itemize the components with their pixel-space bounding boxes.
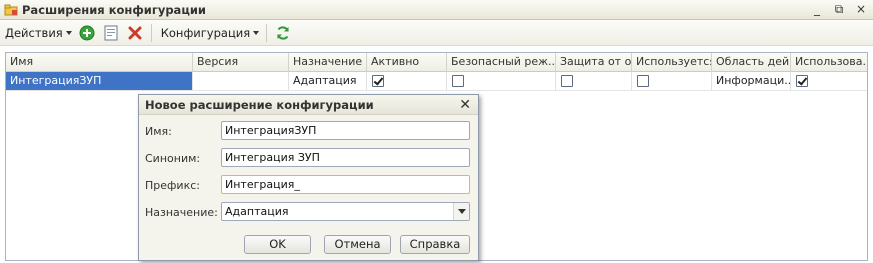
folder-icon	[4, 3, 18, 17]
synonym-row: Синоним:	[145, 148, 219, 168]
column-header-used[interactable]: Используется...	[632, 53, 712, 72]
cell-used[interactable]	[632, 72, 712, 90]
cell-name[interactable]: ИнтеграцияЗУП	[6, 72, 193, 90]
chevron-down-icon	[253, 30, 260, 35]
refresh-icon[interactable]	[275, 25, 291, 41]
name-row: Имя:	[145, 121, 219, 141]
synonym-label: Синоним:	[145, 151, 201, 165]
purpose-label: Назначение:	[145, 205, 218, 219]
cell-scope[interactable]: Информаци...	[712, 72, 791, 90]
restore-button[interactable]: ⧉	[833, 2, 845, 17]
column-header-name[interactable]: Имя	[6, 53, 193, 72]
column-header-version[interactable]: Версия	[193, 53, 289, 72]
toolbar: Действия Конфигурация	[0, 20, 873, 46]
column-header-protection[interactable]: Защита от о...	[556, 53, 632, 72]
window-title: Расширения конфигурации	[22, 2, 206, 17]
purpose-select[interactable]: Адаптация	[221, 202, 470, 221]
purpose-row: Назначение:	[145, 202, 219, 222]
toolbar-separator	[266, 23, 268, 42]
chevron-down-icon	[65, 30, 72, 35]
cell-protection[interactable]	[556, 72, 632, 90]
help-button[interactable]: Справка	[400, 235, 470, 254]
toolbar-separator	[150, 23, 152, 42]
prefix-label: Префикс:	[145, 178, 200, 192]
name-field[interactable]: ИнтеграцияЗУП	[221, 121, 470, 140]
prefix-field[interactable]: Интеграция_	[221, 175, 470, 194]
close-window-button[interactable]: ×	[855, 2, 867, 17]
dialog-titlebar: Новое расширение конфигурации ✕	[139, 95, 478, 115]
new-extension-dialog: Новое расширение конфигурации ✕ Имя: Инт…	[138, 94, 479, 261]
cell-purpose[interactable]: Адаптация	[289, 72, 367, 90]
purpose-value: Адаптация	[225, 205, 289, 218]
table-row[interactable]: ИнтеграцияЗУП Адаптация Информаци...	[6, 72, 867, 91]
cell-safe-mode[interactable]	[447, 72, 556, 90]
configuration-label: Конфигурация	[160, 25, 251, 40]
cancel-button[interactable]: Отмена	[324, 235, 391, 254]
actions-label: Действия	[5, 25, 63, 40]
column-header-purpose[interactable]: Назначение	[289, 53, 367, 72]
add-icon[interactable]	[79, 25, 95, 41]
column-header-active[interactable]: Активно	[367, 53, 447, 72]
column-header-scope[interactable]: Область дей...	[712, 53, 791, 72]
name-label: Имя:	[145, 124, 172, 138]
close-icon[interactable]: ✕	[459, 95, 471, 115]
chevron-down-icon[interactable]	[453, 203, 469, 220]
configuration-menu[interactable]: Конфигурация	[158, 26, 262, 40]
active-checkbox[interactable]	[372, 75, 384, 87]
prefix-row: Префикс:	[145, 175, 219, 195]
use-checkbox[interactable]	[796, 75, 808, 87]
safe-mode-checkbox[interactable]	[452, 75, 464, 87]
table-header: Имя Версия Назначение Активно Безопасный…	[6, 53, 867, 72]
copy-icon[interactable]	[103, 25, 119, 41]
minimize-button[interactable]: _	[811, 2, 823, 17]
window-controls: _ ⧉ ×	[811, 2, 867, 17]
delete-icon[interactable]	[127, 25, 143, 41]
column-header-use[interactable]: Использова...	[791, 53, 867, 72]
synonym-field[interactable]: Интеграция ЗУП	[221, 148, 470, 167]
used-checkbox[interactable]	[637, 75, 649, 87]
actions-menu[interactable]: Действия	[2, 26, 75, 40]
window-titlebar: Расширения конфигурации _ ⧉ ×	[0, 0, 873, 20]
cell-active[interactable]	[367, 72, 447, 90]
protection-checkbox[interactable]	[561, 75, 573, 87]
column-header-safe-mode[interactable]: Безопасный реж...	[447, 53, 556, 72]
cell-use[interactable]	[791, 72, 867, 90]
dialog-title: Новое расширение конфигурации	[145, 98, 374, 112]
ok-button[interactable]: OK	[244, 235, 311, 254]
cell-version[interactable]	[193, 72, 289, 90]
